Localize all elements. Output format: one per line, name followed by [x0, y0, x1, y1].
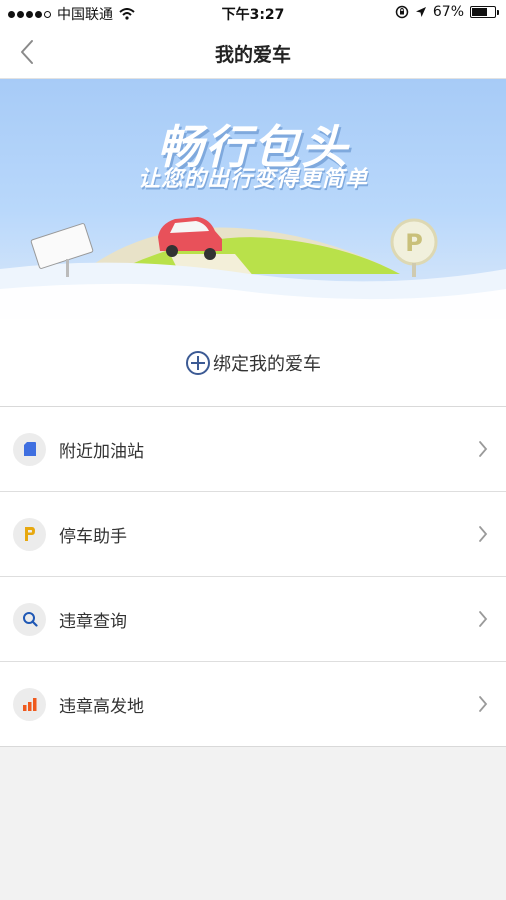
rotation-lock-icon [395, 5, 409, 19]
menu-item-violation-query[interactable]: 违章查询 [0, 576, 506, 661]
plus-circle-icon [186, 350, 210, 375]
menu-item-label: 附近加油站 [59, 441, 144, 462]
menu-item-parking-assistant[interactable]: 停车助手 [0, 491, 506, 576]
bind-car-label: 绑定我的爱车 [213, 353, 321, 375]
bar-chart-icon [13, 687, 46, 721]
chevron-right-icon [479, 611, 488, 627]
menu-item-label: 违章查询 [59, 611, 127, 632]
chevron-right-icon [479, 526, 488, 542]
page-title: 我的爱车 [214, 44, 291, 66]
parking-icon [13, 517, 46, 551]
nav-bar: 我的爱车 [0, 26, 506, 79]
menu-item-violation-hotspots[interactable]: 违章高发地 [0, 661, 506, 746]
menu-item-label: 停车助手 [59, 526, 127, 547]
status-right: 67% [395, 4, 499, 20]
menu-item-label: 违章高发地 [59, 696, 144, 717]
banner-subtitle: 让您的出行变得更简单 [137, 167, 368, 192]
location-arrow-icon [415, 7, 426, 17]
feature-menu: 附近加油站 停车助手 违章查询 违章高发地 [0, 407, 506, 747]
status-bar: 中国联通 下午3:27 67% [0, 0, 506, 26]
menu-item-gas-station[interactable]: 附近加油站 [0, 407, 506, 491]
fuel-icon [13, 432, 46, 466]
battery-percent: 67% [432, 4, 464, 20]
bind-car-button[interactable]: 绑定我的爱车 [0, 319, 506, 407]
svg-text:P: P [405, 229, 423, 257]
bind-car-content: 绑定我的爱车 [185, 350, 321, 376]
parking-sign: P [390, 218, 438, 277]
battery-icon [470, 6, 499, 18]
chevron-right-icon [479, 441, 488, 457]
chevron-right-icon [479, 696, 488, 712]
promo-banner: P 畅行包头 让您的出行变得更简单 [0, 79, 506, 319]
search-icon [13, 602, 46, 636]
